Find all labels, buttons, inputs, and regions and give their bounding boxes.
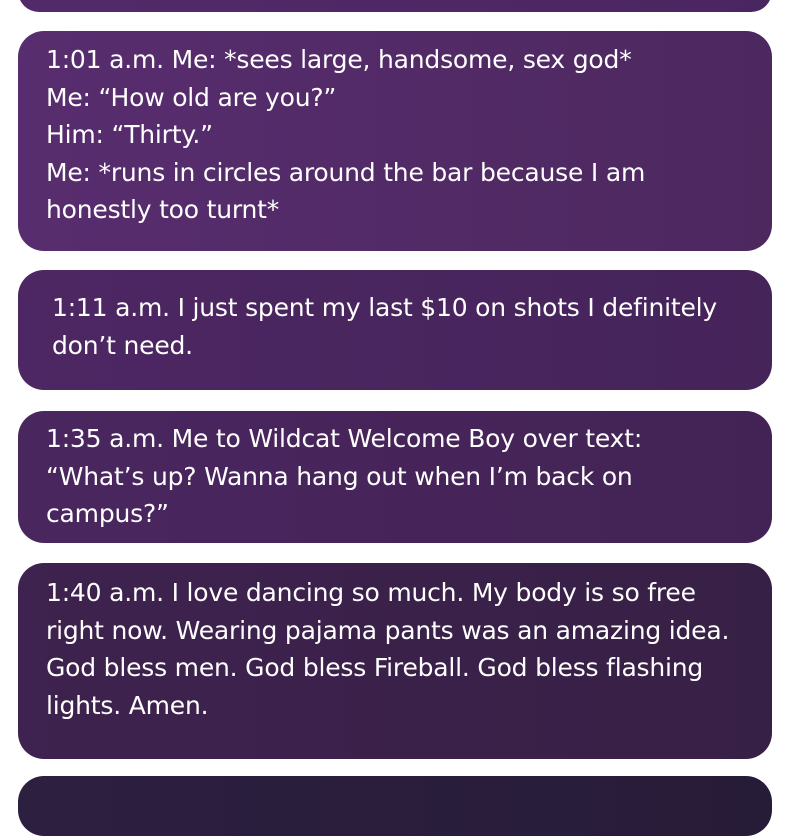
message-line: right now. Wearing pajama pants was an a… — [46, 615, 730, 645]
message-bubble-partial-bottom — [18, 776, 772, 836]
message-line: honestly too turnt* — [46, 195, 280, 224]
message-bubble: 1:40 a.m. I love dancing so much. My bod… — [18, 563, 772, 759]
message-bubble-partial-top — [18, 0, 772, 12]
message-line: 1:11 a.m. I just spent my last $10 on sh… — [52, 293, 718, 322]
message-line: 1:01 a.m. Me: *sees large, handsome, sex… — [46, 45, 632, 74]
message-line: campus?” — [46, 499, 169, 528]
message-line: Me: “How old are you?” — [46, 82, 337, 112]
message-bubble: 1:35 a.m. Me to Wildcat Welcome Boy over… — [18, 411, 772, 543]
message-line: Him: “Thirty.” — [46, 120, 213, 149]
message-line: 1:40 a.m. I love dancing so much. My bod… — [46, 578, 696, 607]
message-bubble: 1:01 a.m. Me: *sees large, handsome, sex… — [18, 31, 772, 251]
message-line: lights. Amen. — [46, 690, 209, 720]
message-line: Me: *runs in circles around the bar beca… — [46, 157, 646, 187]
message-line: 1:35 a.m. Me to Wildcat Welcome Boy over… — [46, 424, 643, 453]
message-line: “What’s up? Wanna hang out when I’m back… — [46, 461, 633, 491]
message-line: don’t need. — [52, 330, 193, 360]
message-line: God bless men. God bless Fireball. God b… — [46, 653, 704, 682]
message-bubble: 1:11 a.m. I just spent my last $10 on sh… — [18, 270, 772, 390]
